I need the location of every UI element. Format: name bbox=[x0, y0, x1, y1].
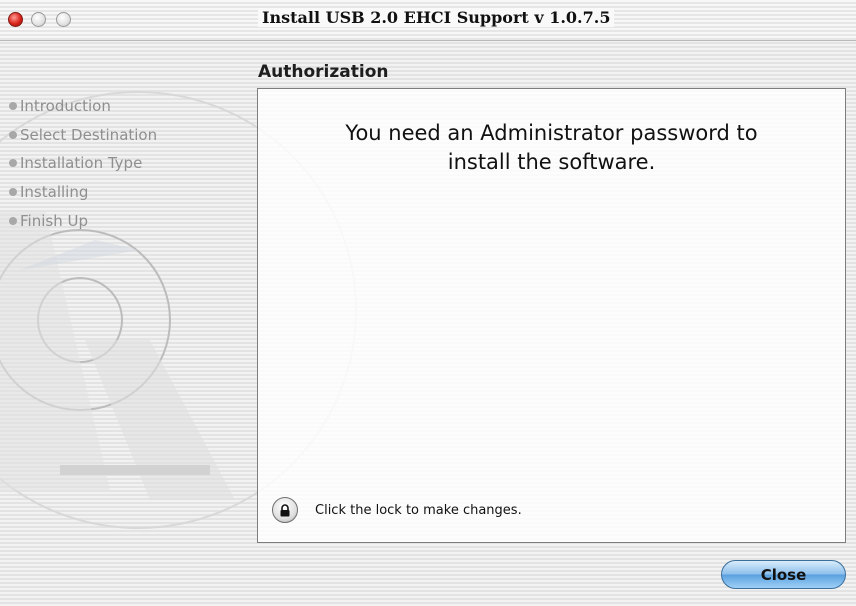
close-window-button[interactable] bbox=[8, 12, 23, 27]
step-introduction: Introduction bbox=[9, 92, 157, 121]
step-bullet-icon bbox=[9, 130, 17, 139]
step-bullet-icon bbox=[9, 216, 17, 225]
message-line-2: install the software. bbox=[447, 150, 656, 174]
minimize-window-button[interactable] bbox=[31, 12, 46, 27]
step-label: Installing bbox=[20, 183, 89, 202]
step-label: Installation Type bbox=[20, 154, 143, 173]
authorization-message: You need an Administrator password to in… bbox=[258, 119, 845, 177]
step-label: Finish Up bbox=[20, 211, 88, 230]
lock-instruction-label: Click the lock to make changes. bbox=[315, 503, 522, 518]
authorization-panel: You need an Administrator password to in… bbox=[257, 88, 846, 543]
step-installation-type: Installation Type bbox=[9, 149, 157, 178]
close-button[interactable]: Close bbox=[721, 560, 846, 589]
step-select-destination: Select Destination bbox=[9, 121, 158, 150]
step-label: Introduction bbox=[20, 97, 111, 116]
section-title: Authorization bbox=[258, 62, 389, 82]
lock-icon bbox=[280, 503, 290, 516]
window-title: Install USB 2.0 EHCI Support v 1.0.7.5 bbox=[258, 8, 615, 27]
step-label: Select Destination bbox=[20, 125, 158, 144]
step-installing: Installing bbox=[9, 178, 157, 207]
zoom-window-button[interactable] bbox=[56, 12, 71, 27]
lock-button[interactable] bbox=[272, 497, 298, 523]
message-line-1: You need an Administrator password to bbox=[345, 121, 758, 145]
installer-steps: Introduction Select Destination Installa… bbox=[9, 92, 158, 235]
step-finish-up: Finish Up bbox=[9, 206, 157, 235]
title-bar: Install USB 2.0 EHCI Support v 1.0.7.5 bbox=[0, 0, 856, 41]
